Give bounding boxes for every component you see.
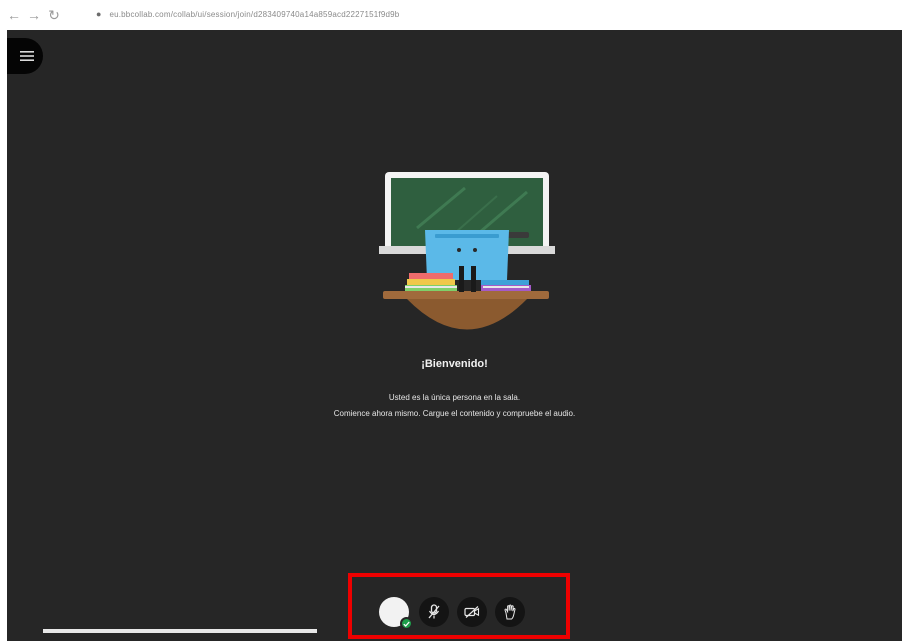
status-available-icon [400,617,413,630]
url-text: eu.bbcollab.com/collab/ui/session/join/d… [109,9,400,19]
camera-toggle-button[interactable] [457,597,487,627]
session-menu-button[interactable] [7,38,43,74]
welcome-message-line2: Comience ahora mismo. Cargue el contenid… [333,409,576,418]
hamburger-menu-icon [20,51,34,61]
raise-hand-icon [504,604,516,620]
welcome-title: ¡Bienvenido! [421,358,488,370]
session-controls [379,594,525,630]
classroom-illustration [379,172,555,330]
camera-muted-icon [464,606,480,618]
address-bar[interactable]: ● eu.bbcollab.com/collab/ui/session/join… [96,5,399,23]
lock-icon: ● [96,9,102,19]
forward-arrow-icon[interactable]: → [24,5,44,25]
back-arrow-icon[interactable]: ← [4,5,24,25]
welcome-message-line1: Usted es la única persona en la sala. [388,393,521,402]
my-status-button[interactable] [379,597,413,630]
browser-toolbar: ← → ↻ ● eu.bbcollab.com/collab/ui/sessio… [0,0,902,30]
microphone-muted-icon [428,604,440,619]
raise-hand-button[interactable] [495,597,525,627]
microphone-toggle-button[interactable] [419,597,449,627]
bottom-strip [43,629,317,633]
session-stage: ¡Bienvenido! Usted es la única persona e… [7,30,902,641]
reload-icon[interactable]: ↻ [44,5,64,25]
